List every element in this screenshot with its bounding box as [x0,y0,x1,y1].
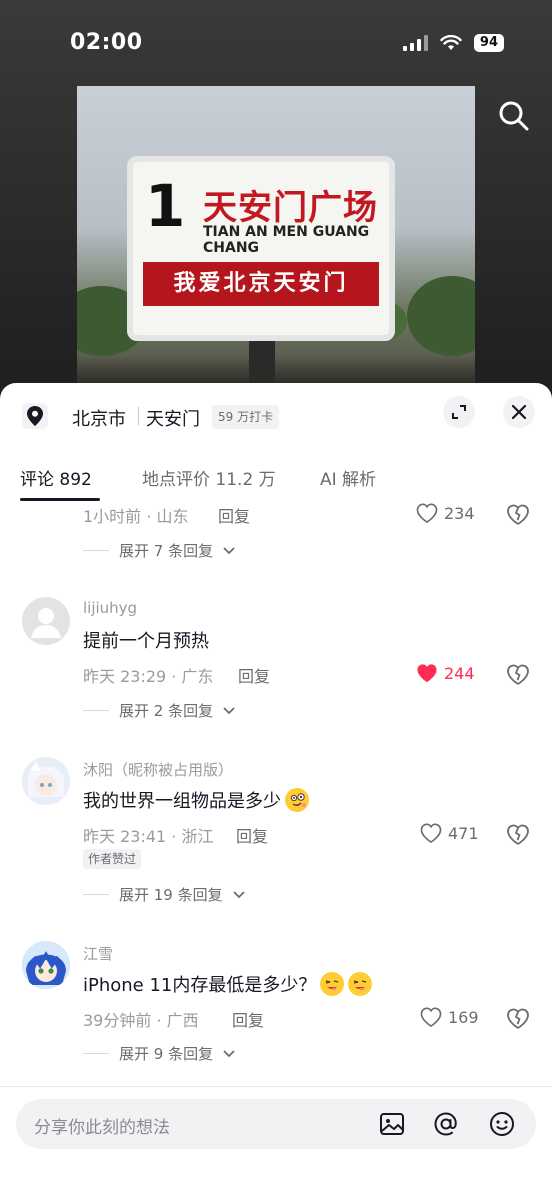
emoji-icon [285,788,309,812]
comment-username[interactable]: lijiuhyg [83,599,137,617]
tab-comments[interactable]: 评论 892 [20,465,92,490]
comment-username[interactable]: 沐阳（昵称被占用版） [83,759,233,780]
wifi-icon [440,35,462,50]
heart-icon [416,503,438,523]
expand-replies-label: 展开 19 条回复 [119,886,223,904]
expand-replies[interactable]: 展开 2 条回复 [83,700,235,721]
like-count: 471 [448,823,479,843]
comment-composer: 分享你此刻的想法 [0,1086,552,1200]
comment-text-content: 提前一个月预热 [83,631,209,652]
sign-title-cn: 天安门广场 [203,188,378,228]
chevron-down-icon [223,1049,235,1057]
comment-input[interactable]: 分享你此刻的想法 [16,1099,536,1149]
comment-input-placeholder: 分享你此刻的想法 [34,1118,170,1138]
avatar[interactable] [22,597,70,645]
comment-username[interactable]: 江雪 [83,943,113,964]
expand-replies[interactable]: 展开 7 条回复 [83,540,235,561]
reply-button[interactable]: 回复 [232,1007,264,1031]
dislike-icon[interactable] [506,823,530,847]
like-button[interactable]: 471 [420,823,479,843]
like-count: 244 [444,663,475,683]
tab-active-indicator [20,498,100,501]
tab-bar: 评论 892 地点评价 11.2 万 AI 解析 [0,447,552,503]
sign-number: 1 [145,172,186,240]
comment-text-content: 我的世界一组物品是多少 [83,791,281,812]
checkin-badge: 59 万打卡 [212,405,280,429]
avatar[interactable] [22,757,70,805]
sign-board: 1 天安门广场 TIAN AN MEN GUANG CHANG 我爱北京天安门 [127,156,395,341]
heart-icon [417,664,437,683]
comment-list[interactable]: 1小时前 · 山东 回复 234 展开 7 条回复 lijiuhyg 提前一个月… [0,503,552,1086]
sign-title-en: TIAN AN MEN GUANG CHANG [203,224,370,256]
image-icon[interactable] [378,1110,406,1138]
chevron-down-icon [232,890,245,898]
location-photo: 1 天安门广场 TIAN AN MEN GUANG CHANG 我爱北京天安门 [77,86,475,400]
like-button[interactable]: 244 [416,663,475,683]
reply-button[interactable]: 回复 [236,823,268,847]
expand-button[interactable] [443,396,475,428]
sign-slogan: 我爱北京天安门 [143,262,379,306]
close-button[interactable] [503,396,535,428]
chevron-down-icon [223,706,235,714]
reply-button[interactable]: 回复 [238,663,270,687]
comment-meta: 昨天 23:29 · 广东 [83,667,214,686]
dislike-icon[interactable] [506,1007,530,1031]
expand-replies[interactable]: 展开 9 条回复 [83,1043,235,1064]
comment-meta: 39分钟前 · 广西 [83,1011,199,1030]
wink-emoji-icon [320,972,345,996]
battery-indicator: 94 [473,34,504,52]
emoji-icon[interactable] [488,1110,516,1138]
expand-replies-label: 展开 7 条回复 [119,542,214,560]
wink-emoji-icon [348,972,373,996]
dislike-icon[interactable] [506,503,530,527]
reply-button[interactable]: 回复 [218,503,250,527]
chevron-down-icon [223,546,235,554]
expand-replies-label: 展开 9 条回复 [119,1045,214,1063]
comment-text: 提前一个月预热 [83,627,209,653]
comment-meta: 昨天 23:41 · 浙江 [83,827,214,846]
comment-text-content: iPhone 11内存最低是多少？ [83,975,317,996]
like-button[interactable]: 169 [420,1007,479,1027]
location-divider [138,407,139,425]
expand-replies[interactable]: 展开 19 条回复 [83,884,245,905]
location-place: 天安门 [146,409,200,430]
tab-place-reviews[interactable]: 地点评价 11.2 万 [142,465,276,490]
dislike-icon[interactable] [506,663,530,687]
location-header[interactable]: 北京市 天安门 59 万打卡 [0,383,552,447]
expand-icon [452,405,466,419]
search-icon[interactable] [496,98,532,134]
avatar[interactable] [22,941,70,989]
location-city: 北京市 [72,409,126,430]
status-bar: 02:00 94 [0,0,552,88]
at-icon[interactable] [432,1110,460,1138]
status-time: 02:00 [70,30,143,55]
comment-meta: 1小时前 · 山东 [83,507,189,526]
comment-text: iPhone 11内存最低是多少？ [83,971,373,997]
like-button[interactable]: 234 [416,503,475,523]
comment-text: 我的世界一组物品是多少 [83,787,309,813]
comment-sheet: 北京市 天安门 59 万打卡 评论 892 地点评价 11.2 万 AI 解析 … [0,383,552,1200]
like-count: 169 [448,1007,479,1027]
expand-replies-label: 展开 2 条回复 [119,702,214,720]
heart-icon [420,823,442,843]
heart-icon [420,1007,442,1027]
like-count: 234 [444,503,475,523]
close-icon [511,404,527,420]
signal-icon [402,35,428,51]
video-area[interactable]: 1 天安门广场 TIAN AN MEN GUANG CHANG 我爱北京天安门 … [0,0,552,400]
tab-ai-analysis[interactable]: AI 解析 [320,465,376,490]
location-pin-icon [22,403,48,429]
author-liked-badge: 作者赞过 [83,849,142,869]
